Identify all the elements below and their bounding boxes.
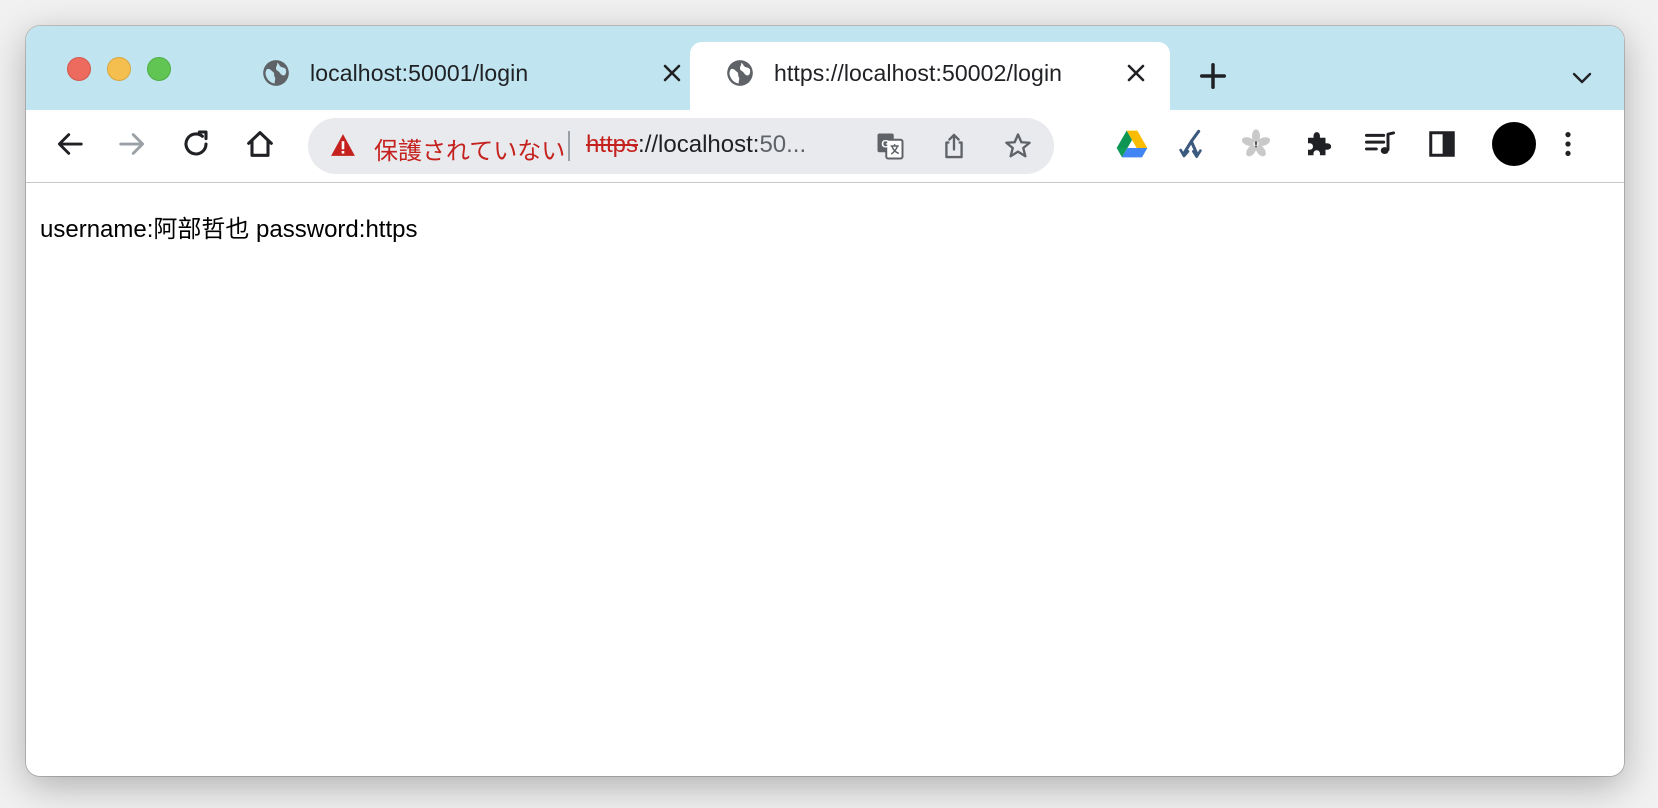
- close-tab-icon[interactable]: [660, 61, 684, 85]
- translate-button[interactable]: G: [874, 130, 906, 162]
- chevron-down-icon[interactable]: [1570, 66, 1594, 90]
- forward-button[interactable]: [112, 124, 152, 164]
- back-button[interactable]: [50, 124, 90, 164]
- url-rest: 50...: [759, 131, 807, 158]
- media-queue-button[interactable]: [1360, 124, 1400, 164]
- arrow-left-icon: [57, 133, 83, 155]
- close-tab-icon[interactable]: [1124, 61, 1148, 85]
- browser-window: localhost:50001/login https://localhost:…: [26, 26, 1624, 776]
- share-button[interactable]: [938, 130, 970, 162]
- new-tab-plus-icon[interactable]: [1198, 61, 1228, 91]
- page-body-text: username:阿部哲也 password:https: [40, 216, 418, 243]
- home-icon: [247, 131, 273, 157]
- tab-title: localhost:50001/login: [310, 60, 529, 86]
- arrow-right-icon: [119, 133, 145, 155]
- address-bar[interactable]: 保護されていない https://localhost:50... G: [308, 118, 1054, 174]
- media-queue-icon: [1364, 131, 1396, 154]
- tab-localhost-50002[interactable]: https://localhost:50002/login: [690, 42, 1170, 110]
- puzzle-icon: [1308, 132, 1332, 156]
- more-menu-icon: [1565, 132, 1571, 156]
- share-icon: [945, 133, 963, 159]
- side-panel-icon: [1429, 131, 1455, 157]
- tab-localhost-50001[interactable]: localhost:50001/login: [226, 42, 706, 110]
- url-scheme: https: [586, 131, 639, 158]
- tab-title: https://localhost:50002/login: [774, 60, 1063, 86]
- more-menu-button[interactable]: [1548, 124, 1588, 164]
- url-text[interactable]: https://localhost:50...: [586, 131, 806, 159]
- globe-icon: [727, 60, 753, 86]
- google-drive-extension[interactable]: [1112, 124, 1152, 164]
- home-button[interactable]: [240, 124, 280, 164]
- sakura-icon: [1241, 129, 1271, 157]
- page-content: username:阿部哲也 password:https: [26, 183, 1624, 776]
- reload-button[interactable]: [176, 124, 216, 164]
- tab-strip: localhost:50001/login https://localhost:…: [26, 26, 1624, 110]
- bookmark-star-icon: [1005, 133, 1031, 158]
- window-minimize-button[interactable]: [107, 57, 131, 81]
- window-close-button[interactable]: [67, 57, 91, 81]
- fork-extension[interactable]: [1174, 124, 1214, 164]
- bookmark-button[interactable]: [1002, 130, 1034, 162]
- translate-icon: G: [877, 133, 904, 160]
- url-host: ://localhost:: [638, 131, 760, 158]
- window-zoom-button[interactable]: [147, 57, 171, 81]
- google-drive-icon: [1116, 130, 1148, 158]
- warning-triangle-icon[interactable]: [330, 133, 356, 157]
- reload-icon: [184, 130, 208, 156]
- fork-icon: [1179, 129, 1202, 158]
- svg-text:G: G: [881, 138, 890, 150]
- sakura-extension[interactable]: [1236, 124, 1276, 164]
- globe-icon: [263, 60, 289, 86]
- browser-toolbar: 保護されていない https://localhost:50... G: [26, 110, 1624, 183]
- extensions-button[interactable]: [1298, 124, 1338, 164]
- side-panel-button[interactable]: [1422, 124, 1462, 164]
- profile-avatar[interactable]: [1492, 122, 1536, 166]
- omnibox-divider: [568, 131, 570, 161]
- security-status-label[interactable]: 保護されていない: [374, 131, 565, 166]
